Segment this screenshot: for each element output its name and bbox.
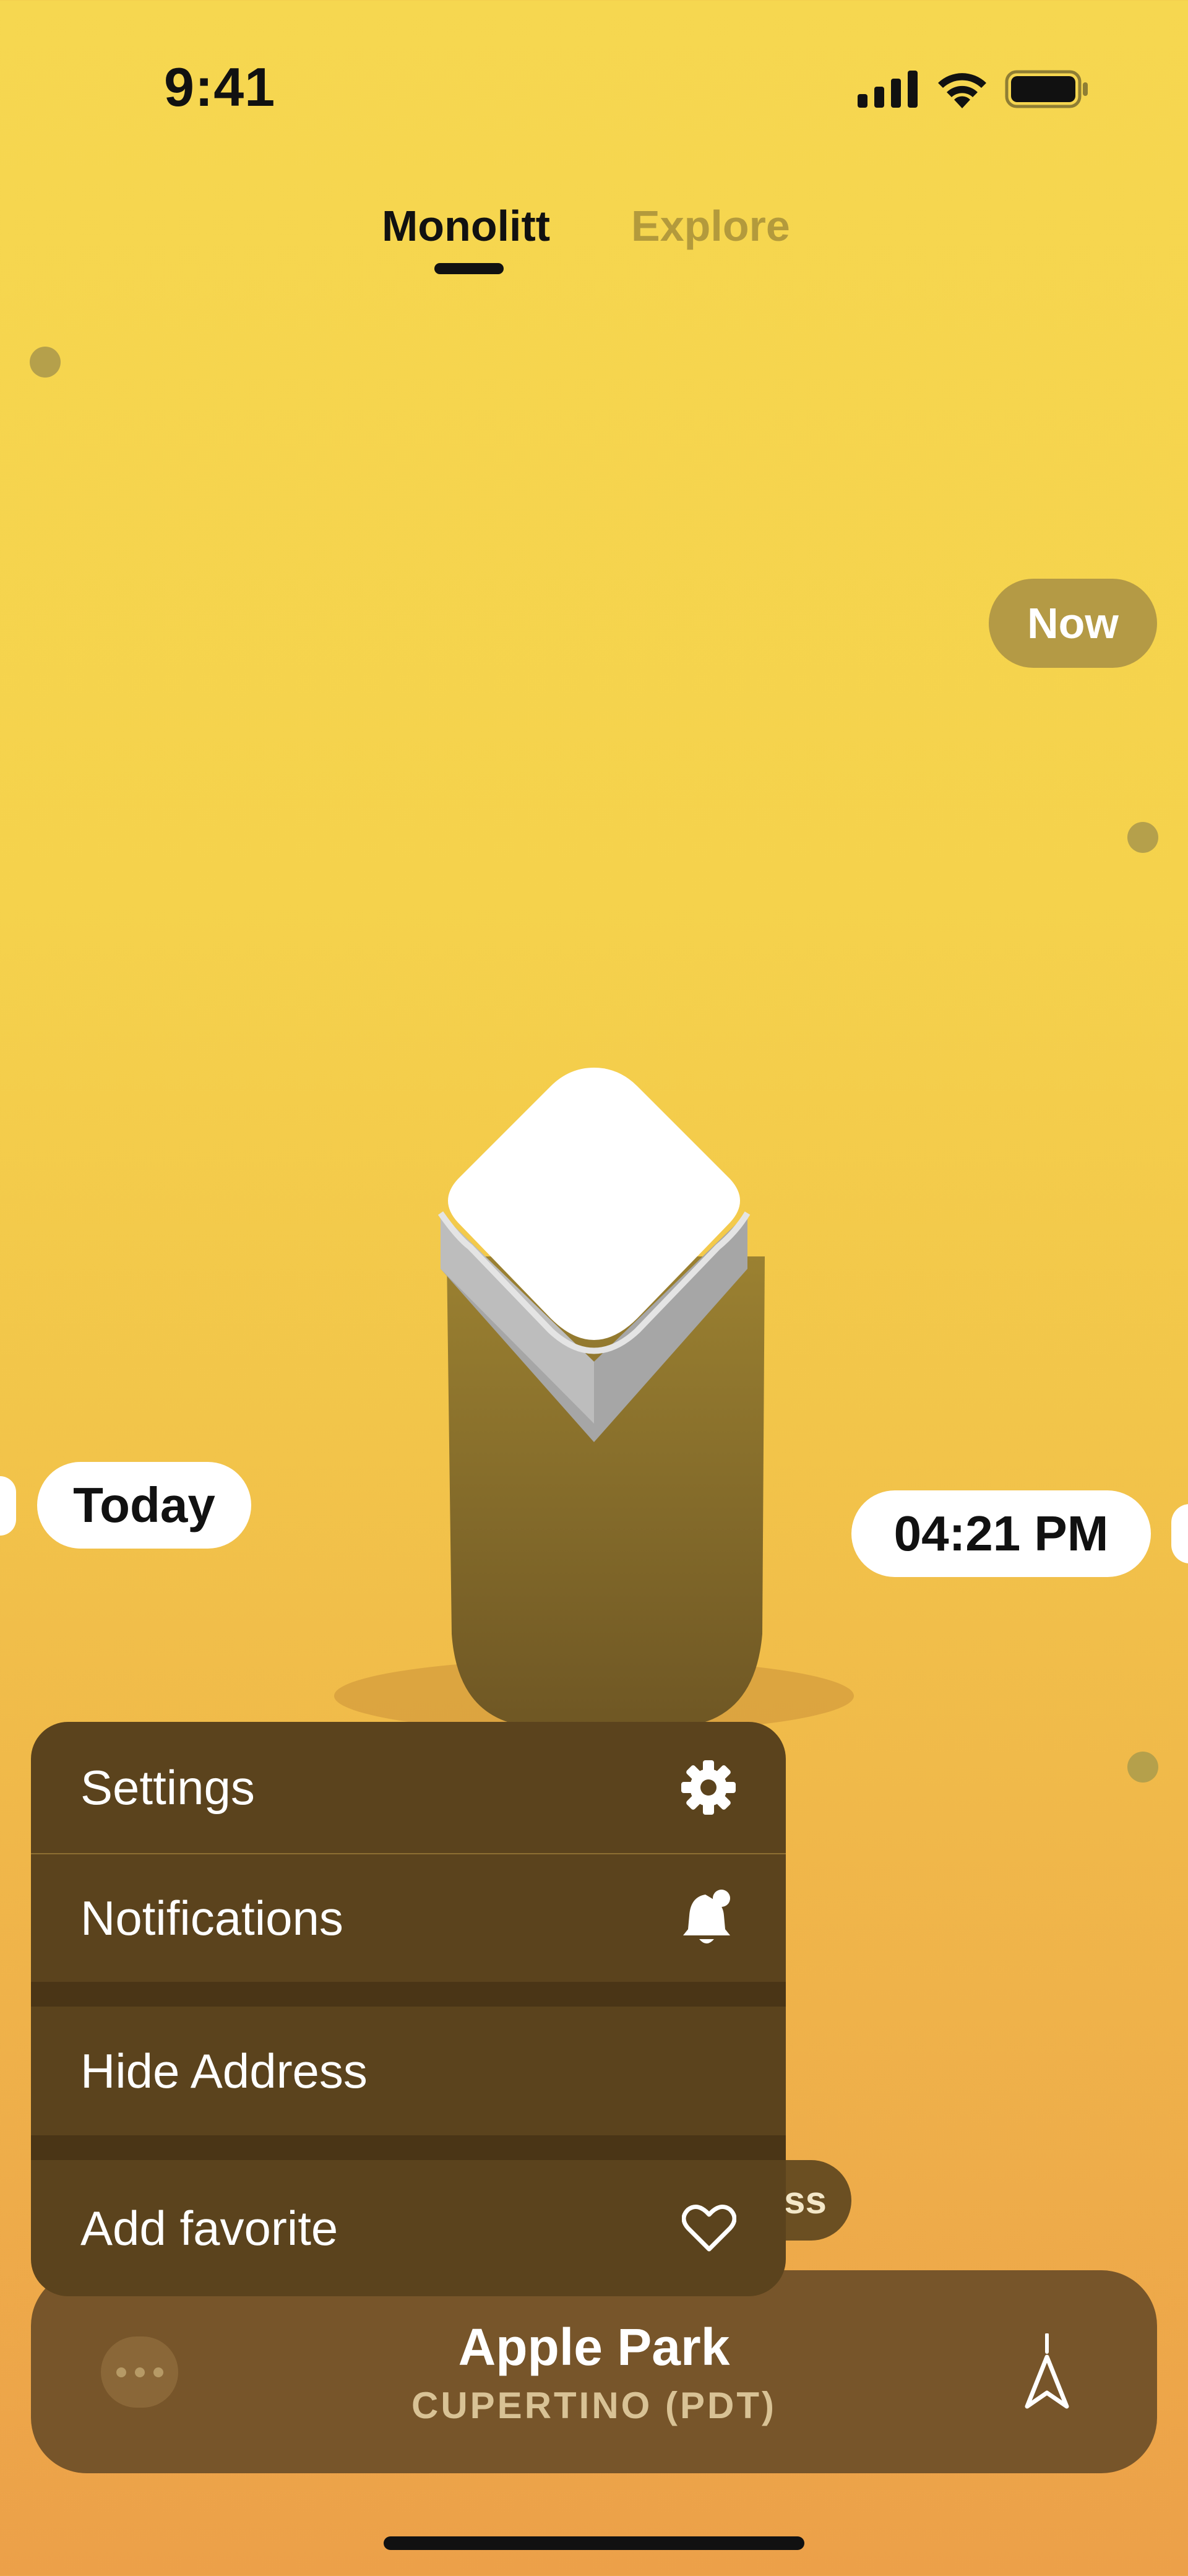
wifi-icon xyxy=(938,73,986,108)
navigation-button[interactable] xyxy=(1022,2333,1072,2413)
partial-pill-label: ss xyxy=(784,2179,827,2222)
next-time-pill-edge[interactable] xyxy=(1171,1504,1188,1563)
heart-icon xyxy=(682,2205,736,2252)
menu-item-hide-address[interactable]: Hide Address xyxy=(31,2007,786,2135)
menu-item-label: Add favorite xyxy=(80,2200,338,2255)
menu-item-label: Notifications xyxy=(80,1890,343,1945)
home-indicator xyxy=(384,2536,804,2550)
context-menu: Settings Notifications Hide Address Add … xyxy=(31,1722,786,2296)
status-icons xyxy=(858,67,1089,111)
today-pill[interactable]: Today xyxy=(37,1462,251,1549)
battery-icon xyxy=(1005,70,1088,108)
location-subtitle: CUPERTINO (PDT) xyxy=(411,2385,777,2426)
now-button[interactable]: Now xyxy=(989,579,1157,668)
active-tab-indicator xyxy=(434,263,504,274)
status-time: 9:41 xyxy=(164,56,276,118)
gear-icon xyxy=(681,1760,736,1815)
monolith-illustration xyxy=(334,1068,854,1733)
menu-item-notifications[interactable]: Notifications xyxy=(31,1854,786,1982)
current-time-pill[interactable]: 04:21 PM xyxy=(851,1490,1151,1577)
compass-arrow-icon xyxy=(1025,2333,1069,2409)
tab-monolitt[interactable]: Monolitt xyxy=(382,201,550,251)
timeline-dot xyxy=(1127,1752,1158,1783)
timeline-dot xyxy=(1127,822,1158,853)
tab-explore[interactable]: Explore xyxy=(631,201,790,251)
menu-item-settings[interactable]: Settings xyxy=(31,1722,786,1853)
cellular-signal-icon xyxy=(858,71,918,108)
menu-item-label: Hide Address xyxy=(80,2043,368,2098)
location-name: Apple Park xyxy=(458,2318,730,2376)
menu-item-add-favorite[interactable]: Add favorite xyxy=(31,2160,786,2296)
previous-day-pill-edge[interactable] xyxy=(0,1476,16,1536)
bell-badge-icon xyxy=(683,1890,730,1943)
timeline-dot xyxy=(30,347,61,378)
menu-section-gap xyxy=(31,2135,786,2160)
menu-item-label: Settings xyxy=(80,1760,255,1815)
menu-section-gap xyxy=(31,1982,786,2007)
